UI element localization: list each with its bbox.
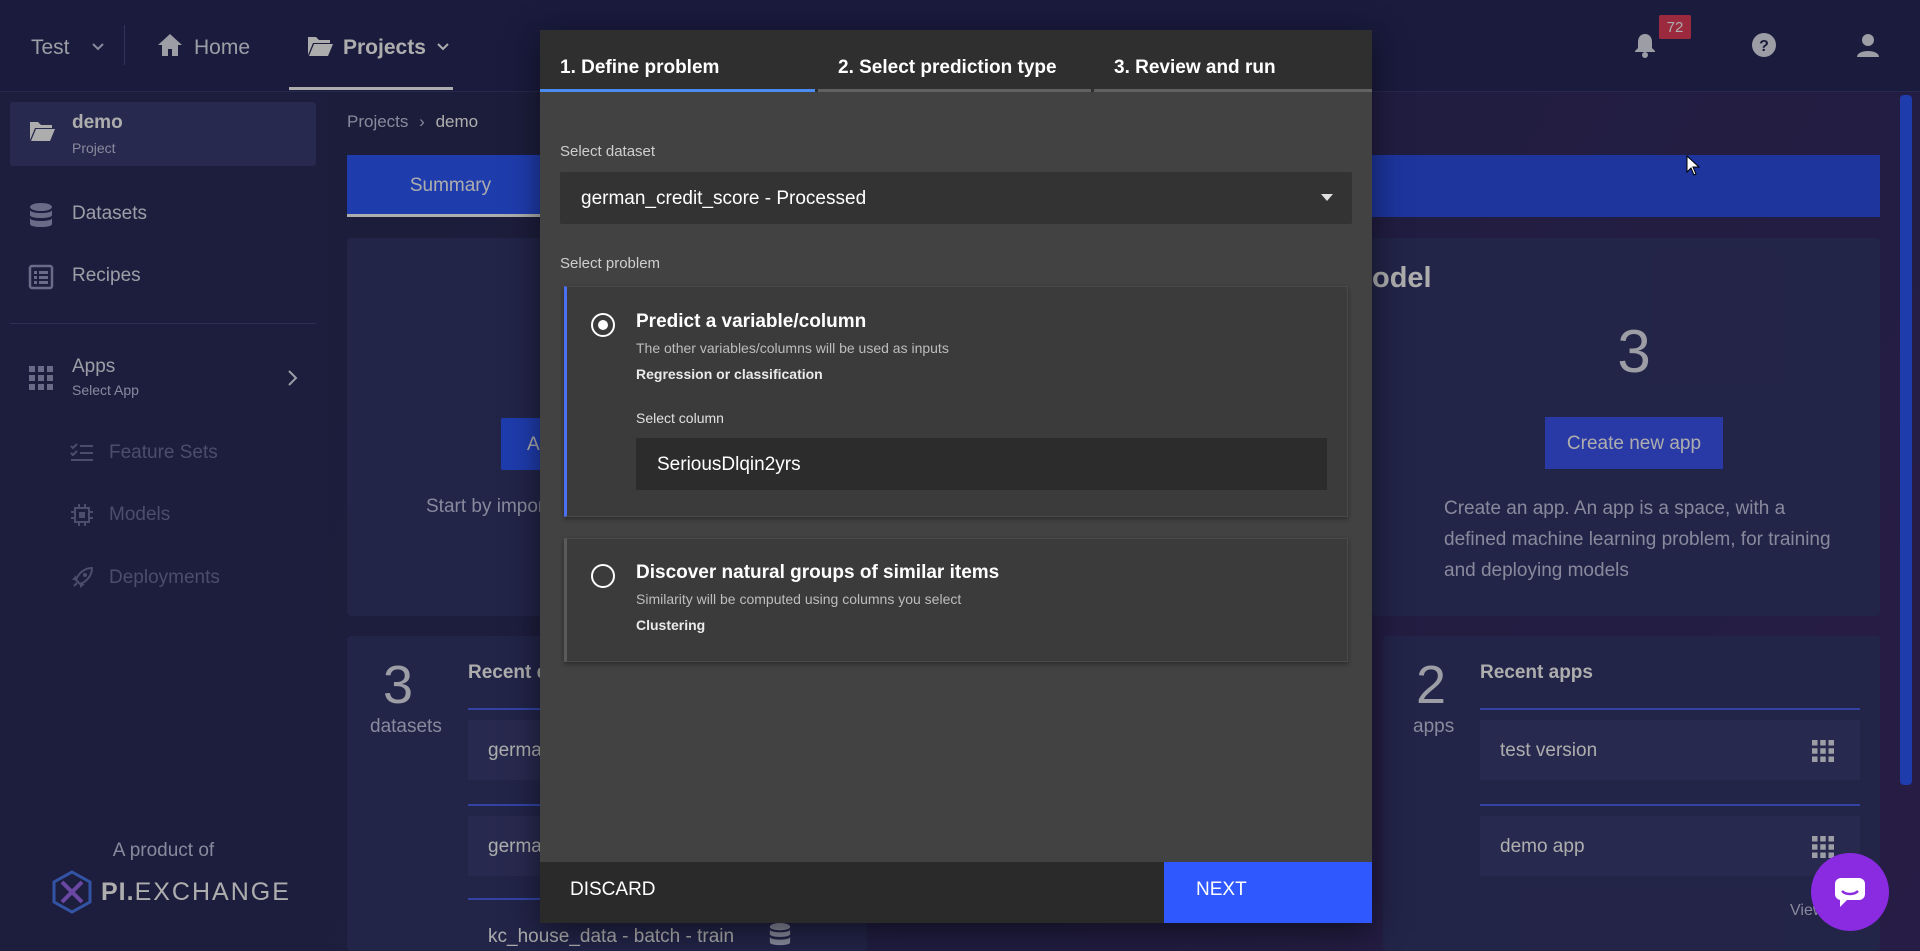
dialog-footer: DISCARD NEXT (540, 862, 1372, 923)
predict-radio[interactable] (591, 313, 615, 337)
problem-option-cluster[interactable]: Discover natural groups of similar items… (564, 538, 1348, 662)
cursor-icon (1686, 155, 1700, 177)
tab-indicator (540, 89, 815, 92)
column-select[interactable]: SeriousDlqin2yrs (636, 438, 1327, 490)
tab-label: 1. Define problem (560, 57, 720, 78)
dataset-select[interactable]: german_credit_score - Processed (560, 172, 1352, 224)
discard-button[interactable]: DISCARD (570, 879, 656, 901)
next-button[interactable]: NEXT (1164, 862, 1372, 923)
tab-select-prediction-type[interactable]: 2. Select prediction type (818, 30, 1091, 92)
chat-icon (1832, 874, 1868, 910)
problem-option-predict[interactable]: Predict a variable/column The other vari… (564, 286, 1348, 517)
chat-button[interactable] (1811, 853, 1889, 931)
tab-indicator (1094, 89, 1372, 92)
column-select-value: SeriousDlqin2yrs (657, 454, 801, 475)
new-app-dialog: 1. Define problem 2. Select prediction t… (540, 30, 1372, 923)
cluster-radio[interactable] (591, 564, 615, 588)
tab-review-and-run[interactable]: 3. Review and run (1094, 30, 1372, 92)
tab-indicator (818, 89, 1091, 92)
option-title: Predict a variable/column (636, 311, 867, 332)
option-description: Similarity will be computed using column… (636, 591, 962, 607)
select-column-label: Select column (636, 410, 724, 426)
tab-label: 2. Select prediction type (838, 57, 1057, 78)
option-description: The other variables/columns will be used… (636, 340, 949, 356)
stepper-tabs: 1. Define problem 2. Select prediction t… (540, 30, 1372, 92)
select-dataset-label: Select dataset (560, 143, 656, 160)
tab-define-problem[interactable]: 1. Define problem (540, 30, 815, 92)
dataset-select-value: german_credit_score - Processed (581, 188, 867, 209)
option-type: Clustering (636, 617, 706, 633)
dropdown-arrow-icon (1321, 194, 1333, 202)
option-title: Discover natural groups of similar items (636, 562, 1000, 583)
select-problem-label: Select problem (560, 255, 661, 272)
tab-label: 3. Review and run (1114, 57, 1276, 78)
option-type: Regression or classification (636, 366, 823, 382)
